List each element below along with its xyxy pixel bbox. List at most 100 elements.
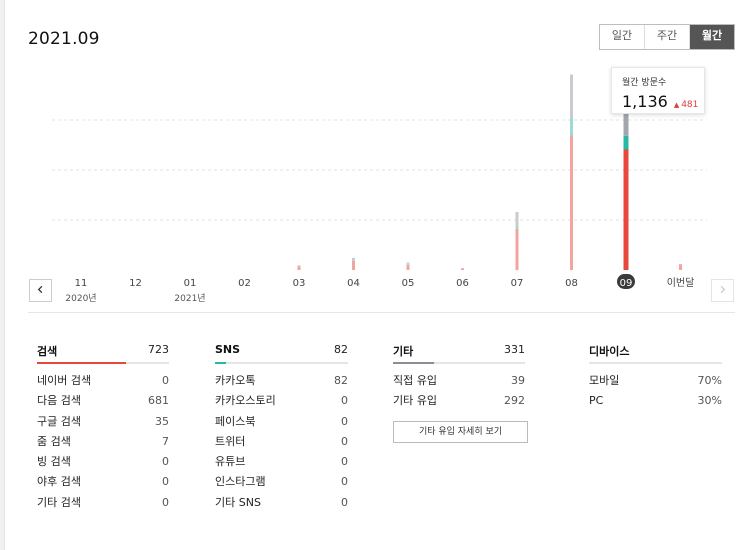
search-row-value: 0 <box>162 455 169 469</box>
sns-row-value: 0 <box>341 394 348 408</box>
chevron-left-icon <box>37 285 43 294</box>
sns-row-label: 카카오톡 <box>215 374 256 387</box>
sns-stats: SNS 82 카카오톡 82 카카오스토리 0 페이스북 0 트위터 0 유튜브 0 인스타그램 0 기… <box>215 343 348 515</box>
chevron-right-icon <box>720 285 726 294</box>
bar-segment <box>406 264 410 270</box>
x-tick-label[interactable]: 이번달 <box>667 277 695 289</box>
search-row-value: 35 <box>155 414 169 428</box>
bar-segment <box>679 264 682 270</box>
tab-daily[interactable]: 일간 <box>600 25 645 49</box>
x-tick-label[interactable]: 05 <box>402 278 415 289</box>
x-tick-label[interactable]: 11 <box>75 278 88 289</box>
year-label: 2021년 <box>174 293 205 304</box>
sns-row: 카카오스토리 0 <box>215 393 348 413</box>
tooltip-label: 월간 방문수 <box>622 78 667 88</box>
search-row-value: 0 <box>162 495 169 509</box>
sns-row-label: 유튜브 <box>215 455 246 469</box>
sns-row: 인스타그램 0 <box>215 474 348 494</box>
etc-detail-button[interactable]: 기타 유입 자세히 보기 <box>393 420 528 443</box>
search-row-label: 다음 검색 <box>37 394 81 408</box>
etc-row-value: 292 <box>504 394 525 408</box>
page-title: 2021.09 <box>28 29 100 49</box>
bar-segment <box>515 212 519 226</box>
sns-row: 페이스북 0 <box>215 414 348 434</box>
search-row-value: 7 <box>162 434 169 448</box>
bar-segment <box>406 263 410 265</box>
sns-row-value: 0 <box>341 434 348 448</box>
sns-row: 트위터 0 <box>215 434 348 454</box>
etc-total: 331 <box>504 343 525 356</box>
bar-segment <box>352 260 355 270</box>
device-row-label: PC <box>589 394 604 408</box>
x-tick-label[interactable]: 01 <box>184 278 197 289</box>
search-total: 723 <box>148 343 169 356</box>
device-row: PC 30% <box>589 393 722 413</box>
tooltip-value: 1,136 <box>622 92 668 111</box>
x-tick-label[interactable]: 08 <box>565 278 578 289</box>
search-row: 야후 검색 0 <box>37 474 169 494</box>
x-tick-label[interactable]: 07 <box>511 278 524 289</box>
bar-segment <box>570 74 573 118</box>
device-row: 모바일 70% <box>589 373 722 393</box>
tooltip-delta: 481 <box>681 100 699 110</box>
bar-segment <box>461 268 464 270</box>
etc-title: 기타 <box>393 345 414 358</box>
etc-row: 직접 유입 39 <box>393 373 525 393</box>
search-row: 구글 검색 35 <box>37 414 169 434</box>
sns-accent-bar <box>215 362 226 364</box>
year-label: 2020년 <box>65 293 96 304</box>
sns-row-value: 82 <box>334 374 348 387</box>
sns-total: 82 <box>334 343 348 356</box>
search-row: 줌 검색 7 <box>37 434 169 454</box>
x-tick-label[interactable]: 06 <box>456 278 469 289</box>
tab-weekly[interactable]: 주간 <box>645 25 690 49</box>
search-title: 검색 <box>37 345 58 358</box>
sns-row-value: 0 <box>341 414 348 428</box>
device-row-label: 모바일 <box>589 374 620 387</box>
device-row-value: 70% <box>697 374 722 387</box>
increase-arrow-icon: ▲ <box>673 101 680 109</box>
sns-row: 카카오톡 82 <box>215 373 348 393</box>
sns-row-value: 0 <box>341 455 348 469</box>
etc-row-label: 기타 유입 <box>393 394 437 408</box>
x-tick-label[interactable]: 12 <box>129 278 142 289</box>
search-row: 네이버 검색 0 <box>37 373 169 393</box>
x-tick-label[interactable]: 02 <box>238 278 251 289</box>
sns-row: 기타 SNS 0 <box>215 495 348 515</box>
x-tick-label[interactable]: 04 <box>347 278 360 289</box>
sns-row-label: 트위터 <box>215 434 246 448</box>
prev-button[interactable] <box>29 279 52 302</box>
sns-row-label: 기타 SNS <box>215 495 261 509</box>
x-tick-label[interactable]: 09 <box>620 278 633 289</box>
bar-segment <box>297 266 301 270</box>
sns-row-label: 카카오스토리 <box>215 394 276 408</box>
search-row: 다음 검색 681 <box>37 393 169 413</box>
etc-row-label: 직접 유입 <box>393 374 437 387</box>
visits-tooltip: 월간 방문수 1,136 ▲ 481 <box>611 67 705 114</box>
bar-segment <box>406 262 410 264</box>
sns-row-label: 인스타그램 <box>215 475 266 489</box>
search-row-value: 0 <box>162 374 169 387</box>
bar-segment <box>297 265 301 266</box>
bar-segment <box>570 117 573 136</box>
bar-segment <box>352 257 355 260</box>
bar-segment[interactable] <box>623 135 629 150</box>
bar-segment[interactable] <box>623 149 629 271</box>
etc-row-value: 39 <box>511 374 525 387</box>
search-row-value: 0 <box>162 475 169 489</box>
sns-row-value: 0 <box>341 495 348 509</box>
search-row-label: 네이버 검색 <box>37 374 92 387</box>
bar-segment <box>570 135 573 270</box>
tab-monthly[interactable]: 월간 <box>690 25 734 49</box>
search-row-label: 구글 검색 <box>37 414 81 428</box>
etc-stats: 기타 331 직접 유입 39 기타 유입 292 기타 유입 자세히 보기 <box>393 343 528 443</box>
search-row-label: 기타 검색 <box>37 495 81 509</box>
etc-accent-bar <box>393 362 434 364</box>
sns-title: SNS <box>215 343 241 356</box>
device-title: 디바이스 <box>589 345 630 358</box>
x-tick-label[interactable]: 03 <box>293 278 306 289</box>
bar-segment <box>352 259 355 261</box>
search-row: 빙 검색 0 <box>37 454 169 474</box>
search-row-label: 줌 검색 <box>37 434 71 448</box>
next-button[interactable] <box>711 279 734 302</box>
